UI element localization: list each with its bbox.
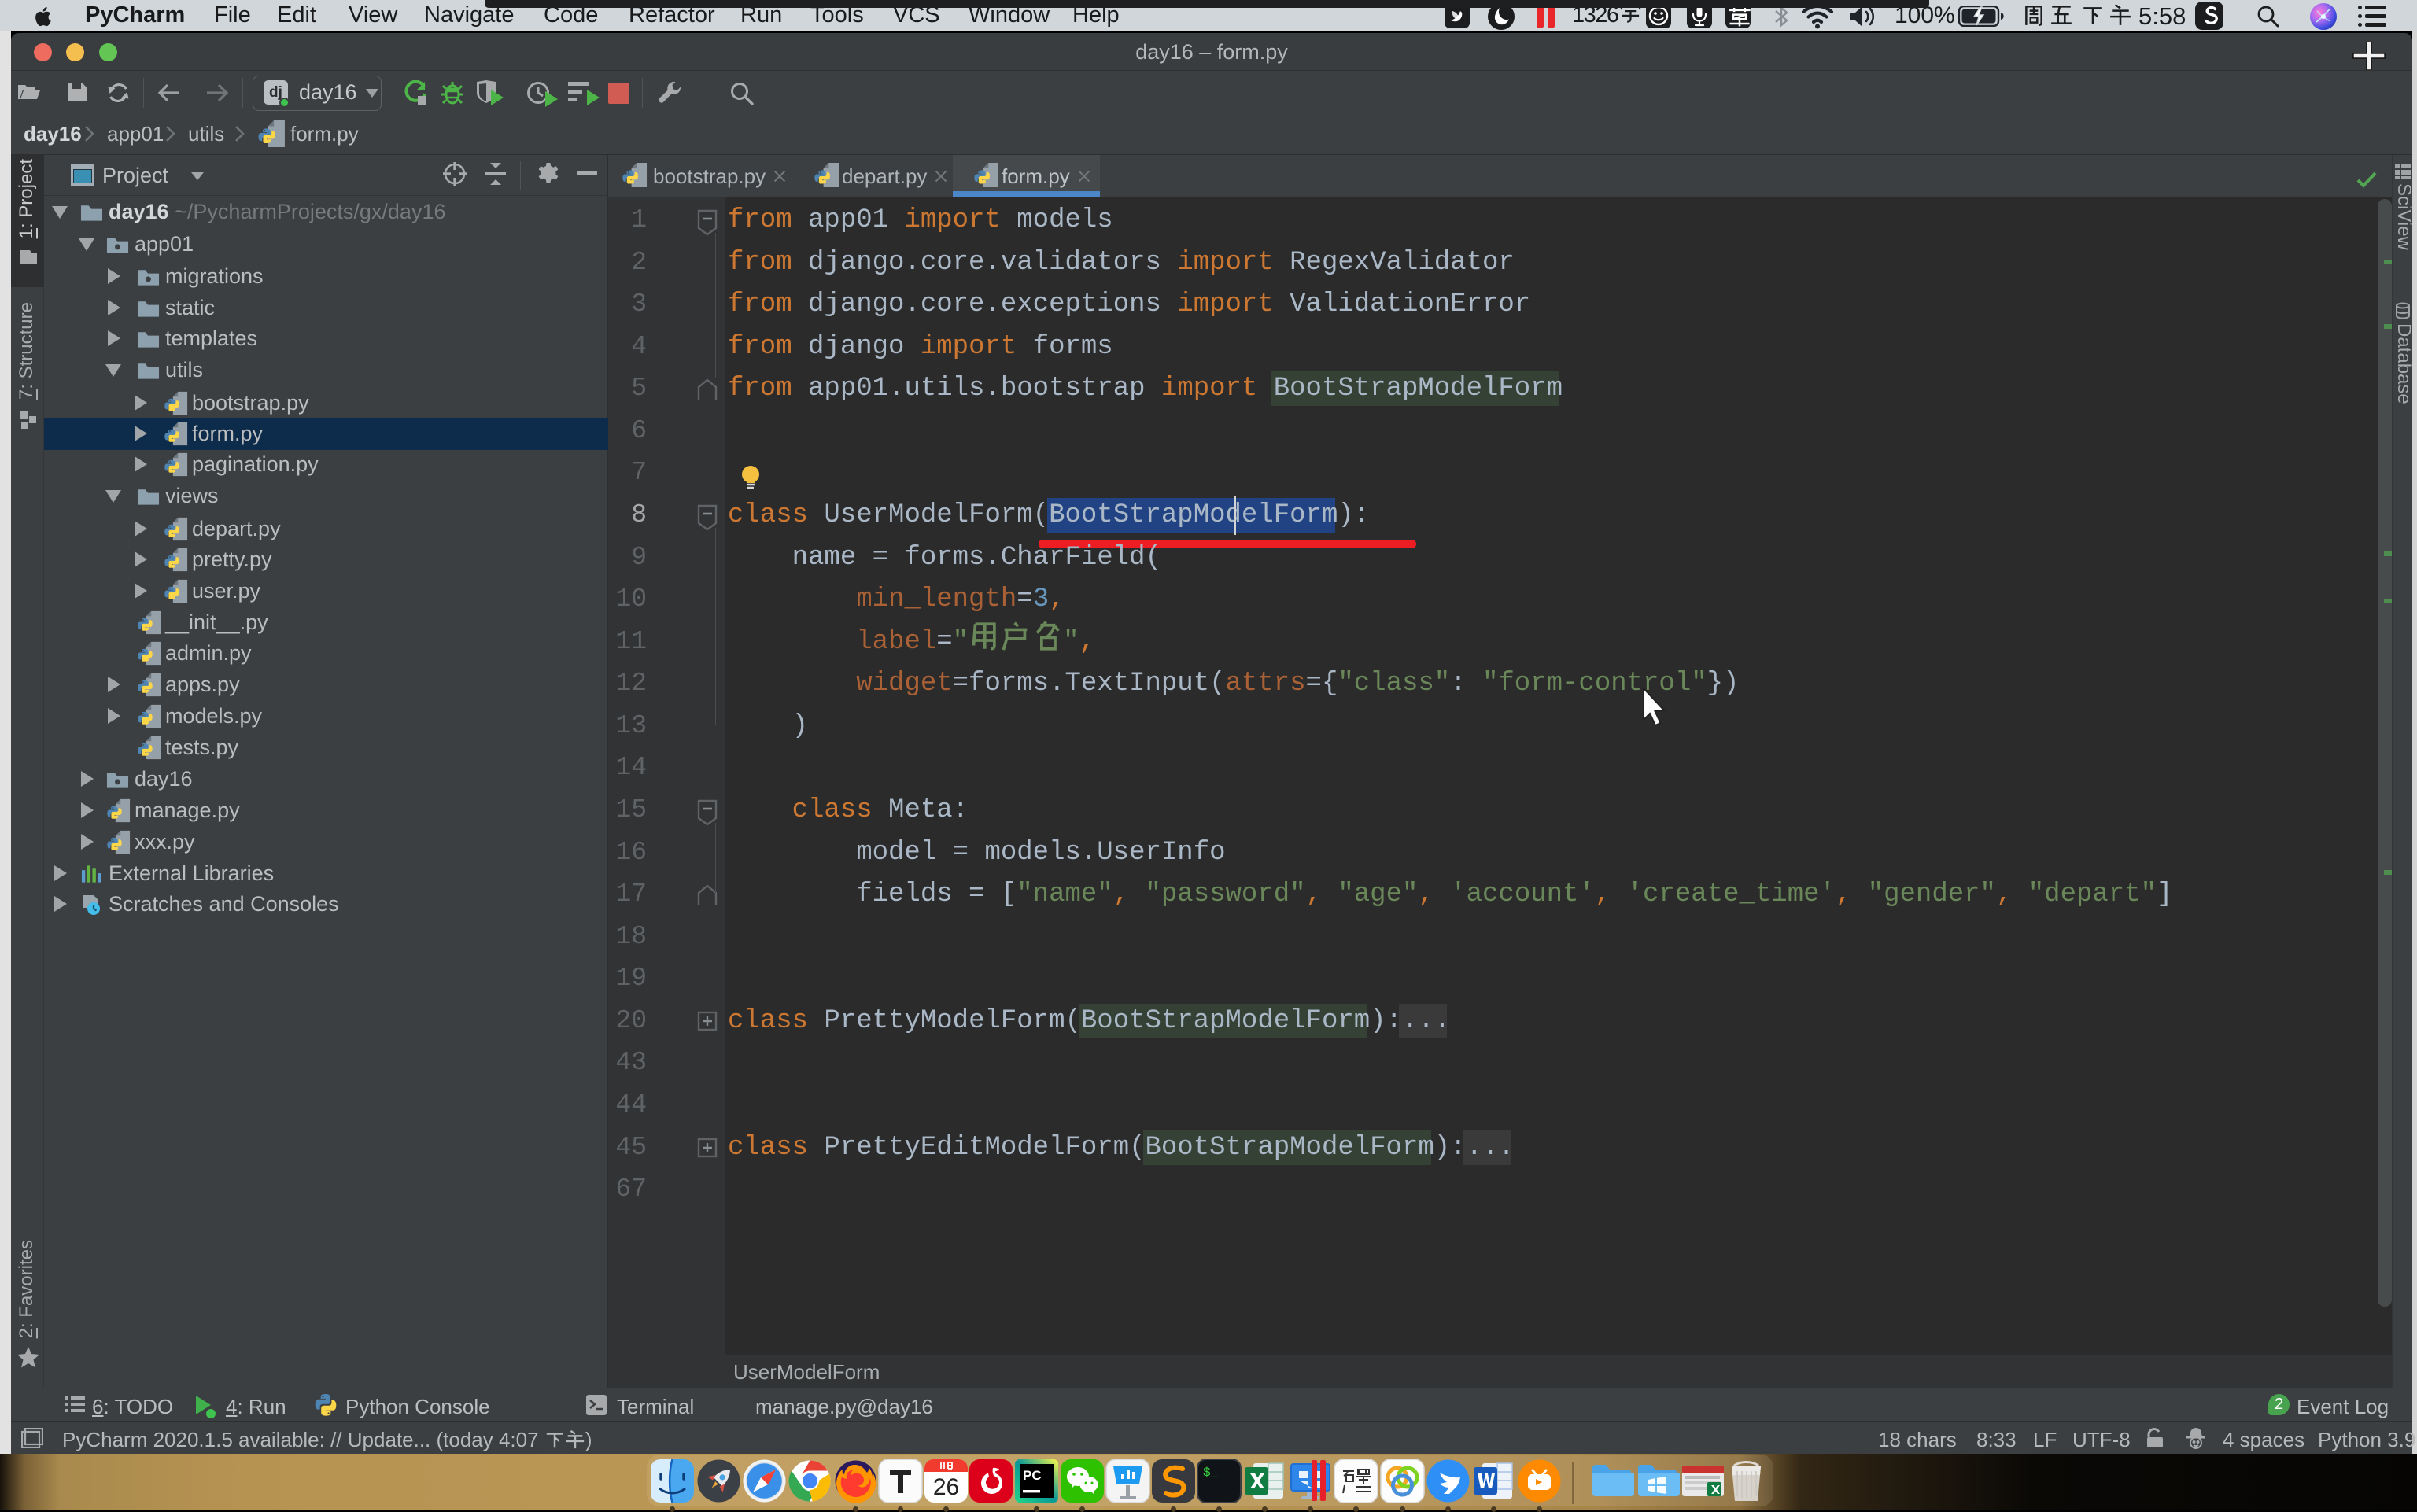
- svg-text:PC: PC: [1023, 1468, 1042, 1483]
- svg-text:$_: $_: [1203, 1466, 1219, 1480]
- svg-text:26: 26: [933, 1474, 959, 1500]
